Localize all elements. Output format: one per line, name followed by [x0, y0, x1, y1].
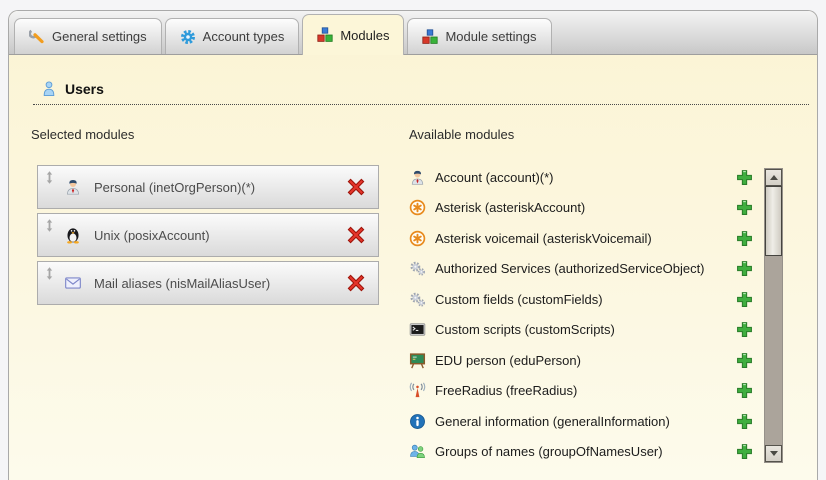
envelope-icon: [62, 274, 84, 292]
drag-handle-icon[interactable]: [45, 219, 54, 232]
add-module-button[interactable]: [736, 199, 753, 216]
tab-label: Module settings: [445, 29, 536, 44]
available-module-row: Asterisk (asteriskAccount): [409, 193, 753, 224]
drag-handle-icon[interactable]: [45, 267, 54, 280]
remove-module-button[interactable]: [347, 274, 365, 292]
add-module-button[interactable]: [736, 352, 753, 369]
add-module-button[interactable]: [736, 260, 753, 277]
available-module-row: General information (generalInformation): [409, 406, 753, 437]
info-icon: [409, 413, 426, 430]
tab-label: Account types: [203, 29, 285, 44]
gear-icon: [180, 29, 196, 45]
available-modules-heading: Available modules: [409, 127, 514, 142]
drag-handle-icon[interactable]: [45, 171, 54, 184]
antenna-icon: [409, 382, 426, 399]
arrow-up-icon: [770, 175, 778, 180]
selected-module-label: Mail aliases (nisMailAliasUser): [94, 276, 270, 291]
available-module-label: Custom scripts (customScripts): [435, 322, 615, 337]
available-module-label: Asterisk (asteriskAccount): [435, 200, 585, 215]
add-module-button[interactable]: [736, 413, 753, 430]
section-title: Users: [65, 81, 104, 97]
available-module-row: Asterisk voicemail (asteriskVoicemail): [409, 223, 753, 254]
selected-module-row[interactable]: Unix (posixAccount): [37, 213, 379, 257]
available-module-label: FreeRadius (freeRadius): [435, 383, 577, 398]
available-module-label: EDU person (eduPerson): [435, 353, 581, 368]
tab-label: General settings: [52, 29, 147, 44]
remove-module-button[interactable]: [347, 178, 365, 196]
scroll-thumb[interactable]: [765, 186, 782, 256]
selected-module-row[interactable]: Mail aliases (nisMailAliasUser): [37, 261, 379, 305]
settings-panel: General settings Account types Modules M…: [8, 10, 818, 480]
tab-bar: General settings Account types Modules M…: [9, 11, 817, 55]
tab-general-settings[interactable]: General settings: [14, 18, 162, 54]
add-module-button[interactable]: [736, 382, 753, 399]
available-module-row: Groups of names (groupOfNamesUser): [409, 437, 753, 468]
add-module-button[interactable]: [736, 321, 753, 338]
blackboard-icon: [409, 352, 426, 369]
available-module-label: Groups of names (groupOfNamesUser): [435, 444, 663, 459]
gears-icon: [409, 260, 426, 277]
tab-account-types[interactable]: Account types: [165, 18, 300, 54]
selected-modules-list: Personal (inetOrgPerson)(*) Unix (posixA…: [37, 165, 379, 309]
users-section-header: Users: [33, 81, 809, 105]
available-module-label: Account (account)(*): [435, 170, 554, 185]
available-module-row: Account (account)(*): [409, 162, 753, 193]
person-icon: [409, 169, 426, 186]
selected-module-row[interactable]: Personal (inetOrgPerson)(*): [37, 165, 379, 209]
add-module-button[interactable]: [736, 443, 753, 460]
scroll-down-button[interactable]: [765, 445, 782, 462]
add-module-button[interactable]: [736, 291, 753, 308]
selected-modules-heading: Selected modules: [31, 127, 134, 142]
tab-modules[interactable]: Modules: [302, 14, 404, 55]
selected-module-label: Personal (inetOrgPerson)(*): [94, 180, 255, 195]
remove-module-button[interactable]: [347, 226, 365, 244]
available-modules-list: Account (account)(*) Asterisk (asteriskA…: [409, 162, 753, 467]
penguin-icon: [62, 226, 84, 244]
scroll-up-button[interactable]: [765, 169, 782, 186]
wrench-icon: [29, 29, 45, 45]
group-icon: [409, 443, 426, 460]
arrow-down-icon: [770, 451, 778, 456]
available-module-label: General information (generalInformation): [435, 414, 670, 429]
asterisk-icon: [409, 230, 426, 247]
available-module-row: Custom fields (customFields): [409, 284, 753, 315]
tab-label: Modules: [340, 28, 389, 43]
available-module-label: Asterisk voicemail (asteriskVoicemail): [435, 231, 652, 246]
user-icon: [41, 81, 57, 97]
terminal-icon: [409, 321, 426, 338]
add-module-button[interactable]: [736, 230, 753, 247]
available-module-row: FreeRadius (freeRadius): [409, 376, 753, 407]
gears-icon: [409, 291, 426, 308]
modules-icon: [422, 29, 438, 45]
available-module-label: Custom fields (customFields): [435, 292, 603, 307]
add-module-button[interactable]: [736, 169, 753, 186]
person-icon: [62, 178, 84, 196]
selected-module-label: Unix (posixAccount): [94, 228, 210, 243]
available-module-row: Authorized Services (authorizedServiceOb…: [409, 254, 753, 285]
asterisk-icon: [409, 199, 426, 216]
available-module-row: Custom scripts (customScripts): [409, 315, 753, 346]
available-module-row: EDU person (eduPerson): [409, 345, 753, 376]
tab-module-settings[interactable]: Module settings: [407, 18, 551, 54]
available-modules-scrollbar[interactable]: [764, 168, 783, 463]
available-module-label: Authorized Services (authorizedServiceOb…: [435, 261, 705, 276]
modules-icon: [317, 27, 333, 43]
